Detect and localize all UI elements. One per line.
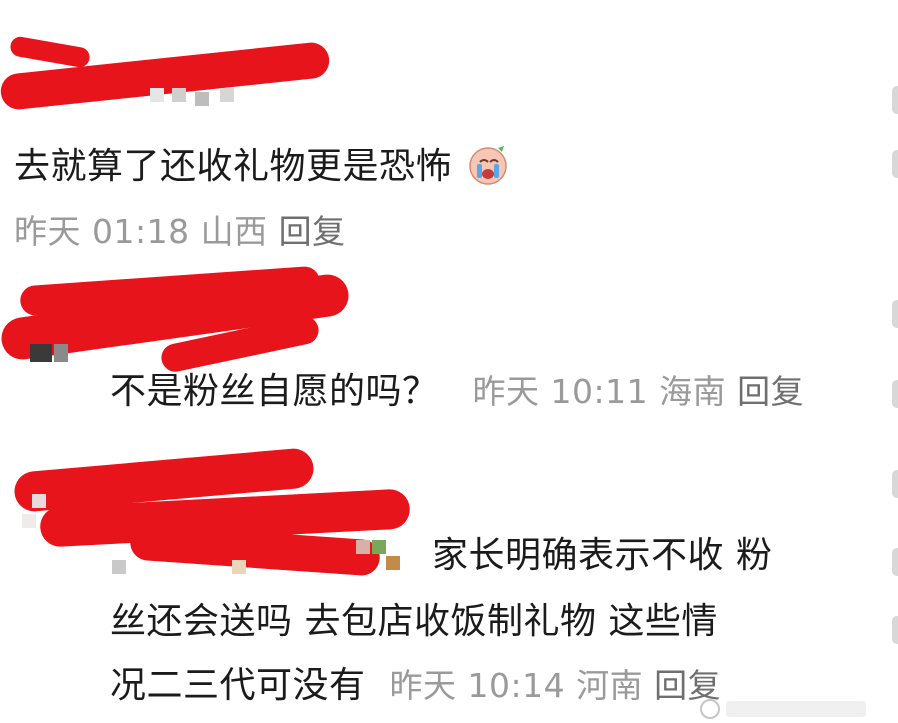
blurred-avatar-pixel bbox=[54, 344, 68, 362]
comment-time: 昨天 01:18 bbox=[14, 212, 190, 251]
comment-time: 昨天 10:11 bbox=[472, 372, 649, 411]
redacted-username-stroke bbox=[8, 35, 92, 69]
comment-text: 去就算了还收礼物更是恐怖 bbox=[14, 142, 512, 189]
clipped-edge-element bbox=[892, 150, 898, 178]
clipped-edge-element bbox=[892, 86, 898, 114]
crying-face-emoji-icon bbox=[464, 142, 512, 186]
blurred-avatar-pixel bbox=[356, 540, 370, 554]
comment-text-line-3: 况二三代可没有 昨天 10:14 河南 回复 bbox=[110, 664, 721, 708]
comment-body: 去就算了还收礼物更是恐怖 bbox=[14, 146, 453, 187]
comment-text: 不是粉丝自愿的吗？ 昨天 10:11 海南 回复 bbox=[110, 370, 804, 414]
blurred-avatar-pixel bbox=[30, 344, 52, 362]
comment-list: 去就算了还收礼物更是恐怖 昨天 01:18 山西 回复 不是粉丝自愿的吗？ 昨天… bbox=[0, 0, 898, 723]
blurred-avatar-pixel bbox=[22, 514, 36, 528]
comment-location: 山西 bbox=[200, 212, 268, 251]
blurred-avatar-pixel bbox=[172, 88, 186, 102]
comment-location: 海南 bbox=[659, 372, 727, 411]
blurred-avatar-pixel bbox=[150, 88, 164, 102]
clipped-edge-element bbox=[892, 470, 898, 498]
comment-body-tail: 况二三代可没有 bbox=[110, 665, 366, 706]
blurred-avatar-pixel bbox=[386, 556, 400, 570]
comment-text-line-2: 丝还会送吗 去包店收饭制礼物 这些情 bbox=[110, 601, 718, 642]
reply-button[interactable]: 回复 bbox=[737, 372, 804, 411]
blurred-avatar-pixel bbox=[220, 88, 234, 102]
comment-meta: 昨天 01:18 山西 回复 bbox=[14, 210, 346, 254]
blurred-avatar-pixel bbox=[195, 92, 209, 106]
clipped-edge-element bbox=[892, 380, 898, 408]
clipped-edge-element bbox=[892, 616, 898, 644]
comment-time: 昨天 10:14 bbox=[389, 666, 566, 705]
blurred-avatar-pixel bbox=[32, 494, 46, 508]
comment-body: 不是粉丝自愿的吗？ bbox=[110, 371, 439, 412]
clipped-edge-element bbox=[892, 548, 898, 576]
watermark-logo bbox=[698, 695, 878, 721]
blurred-avatar-pixel bbox=[232, 560, 246, 574]
blurred-avatar-pixel bbox=[112, 560, 126, 574]
blurred-avatar-pixel bbox=[372, 540, 386, 554]
comment-location: 河南 bbox=[576, 666, 644, 705]
comment-text-line-1: 家长明确表示不收 粉 bbox=[432, 535, 773, 576]
clipped-edge-element bbox=[892, 300, 898, 328]
reply-button[interactable]: 回复 bbox=[279, 212, 346, 251]
